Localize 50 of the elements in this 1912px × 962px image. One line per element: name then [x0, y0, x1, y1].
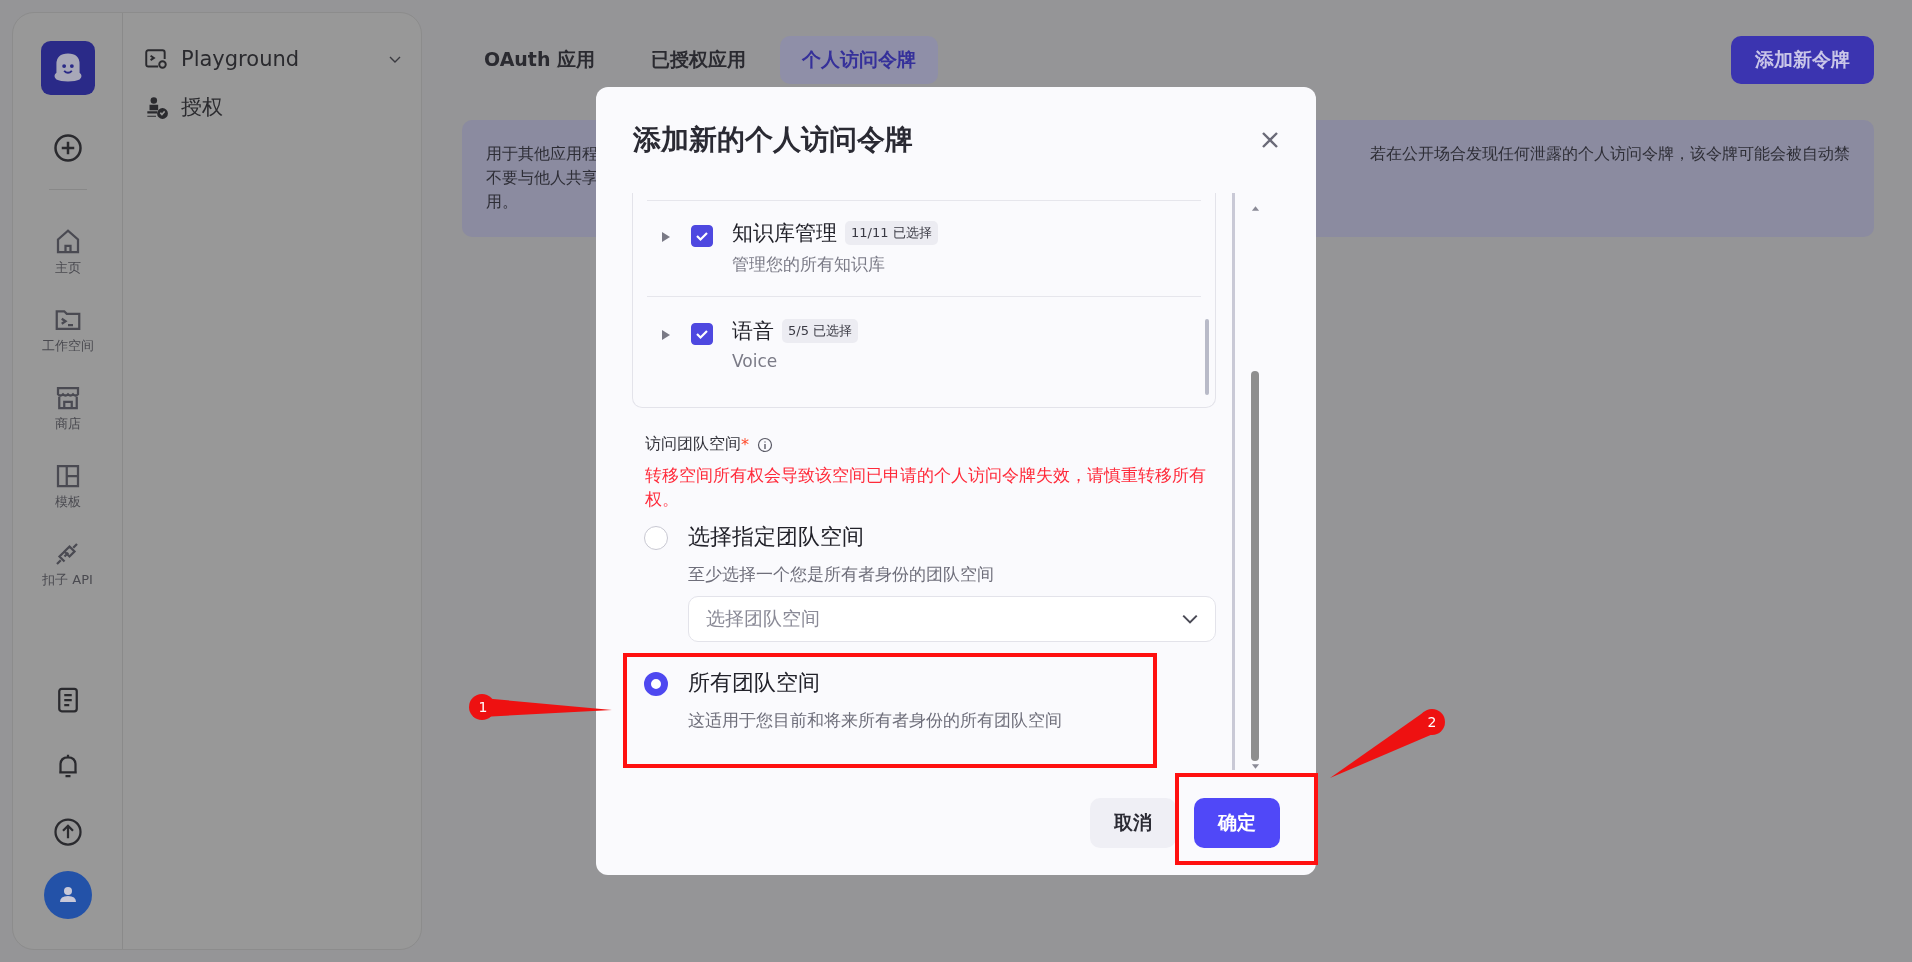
banner-text: 不要与他人共享 [486, 167, 598, 189]
warning-text: 转移空间所有权会导致该空间已申请的个人访问令牌失效，请慎重转移所有权。 [645, 464, 1207, 511]
callout-number: 1 [478, 699, 488, 715]
option-label: 所有团队空间 [688, 669, 821, 697]
nav-item[interactable]: 商店 [52, 383, 83, 433]
team-select[interactable]: 选择团队空间 [688, 596, 1216, 642]
banner-text: 用。 [486, 191, 519, 213]
close-icon[interactable] [1260, 130, 1280, 150]
ghost-logo-icon[interactable] [40, 41, 95, 95]
field-label: 访问团队空间 [645, 434, 741, 455]
permission-name: 语音 [732, 318, 774, 345]
nav-item[interactable]: 工作空间 [41, 305, 94, 355]
plus-icon[interactable] [52, 133, 83, 163]
option-description: 至少选择一个您是所有者身份的团队空间 [688, 563, 995, 586]
scrollbar-thumb[interactable] [1205, 319, 1209, 395]
selection-count: 11/11 已选择 [845, 221, 938, 245]
permission-description: 管理您的所有知识库 [732, 253, 886, 276]
radio-button[interactable] [644, 672, 668, 696]
selection-count: 5/5 已选择 [782, 319, 859, 343]
callout-number: 2 [1427, 714, 1437, 730]
option-description: 这适用于您目前和将来所有者身份的所有团队空间 [688, 709, 1063, 732]
expand-arrow-icon[interactable] [661, 231, 671, 243]
upload-icon[interactable] [52, 817, 83, 847]
tab[interactable]: 个人访问令牌 [780, 36, 939, 84]
banner-text: 若在公开场合发现任何泄露的个人访问令牌，该令牌可能会被自动禁 [1370, 143, 1850, 165]
nav-item[interactable]: 模板 [52, 461, 83, 511]
permission-name: 知识库管理 [732, 220, 837, 247]
scroll-up-arrow-icon[interactable] [1250, 205, 1260, 211]
expand-arrow-icon[interactable] [661, 329, 671, 341]
banner-text: 用于其他应用程 [486, 143, 598, 165]
scrollbar-thumb[interactable] [1251, 371, 1259, 761]
nav-item[interactable]: 主页 [52, 227, 83, 277]
nav-item[interactable]: 扣子 API [42, 539, 93, 589]
subnav-item[interactable]: Playground [143, 43, 403, 75]
option-label: 选择指定团队空间 [688, 523, 865, 551]
required-mark: * [741, 435, 749, 454]
add-token-button[interactable]: 添加新令牌 [1731, 36, 1874, 84]
tab[interactable]: 已授权应用 [629, 36, 769, 84]
info-icon[interactable] [757, 436, 773, 453]
dialog-title: 添加新的个人访问令牌 [633, 122, 914, 158]
permission-description: Voice [732, 351, 779, 371]
tab[interactable]: OAuth 应用 [462, 36, 618, 84]
cancel-button[interactable]: 取消 [1090, 797, 1176, 848]
terminal-window-icon [143, 46, 169, 72]
checkbox[interactable] [691, 225, 713, 247]
confirm-button[interactable]: 确定 [1194, 797, 1280, 848]
avatar-icon[interactable] [43, 871, 92, 919]
scroll-down-arrow-icon[interactable] [1250, 764, 1260, 770]
checkbox[interactable] [691, 323, 713, 345]
subnav-item[interactable]: 授权 [143, 91, 403, 123]
